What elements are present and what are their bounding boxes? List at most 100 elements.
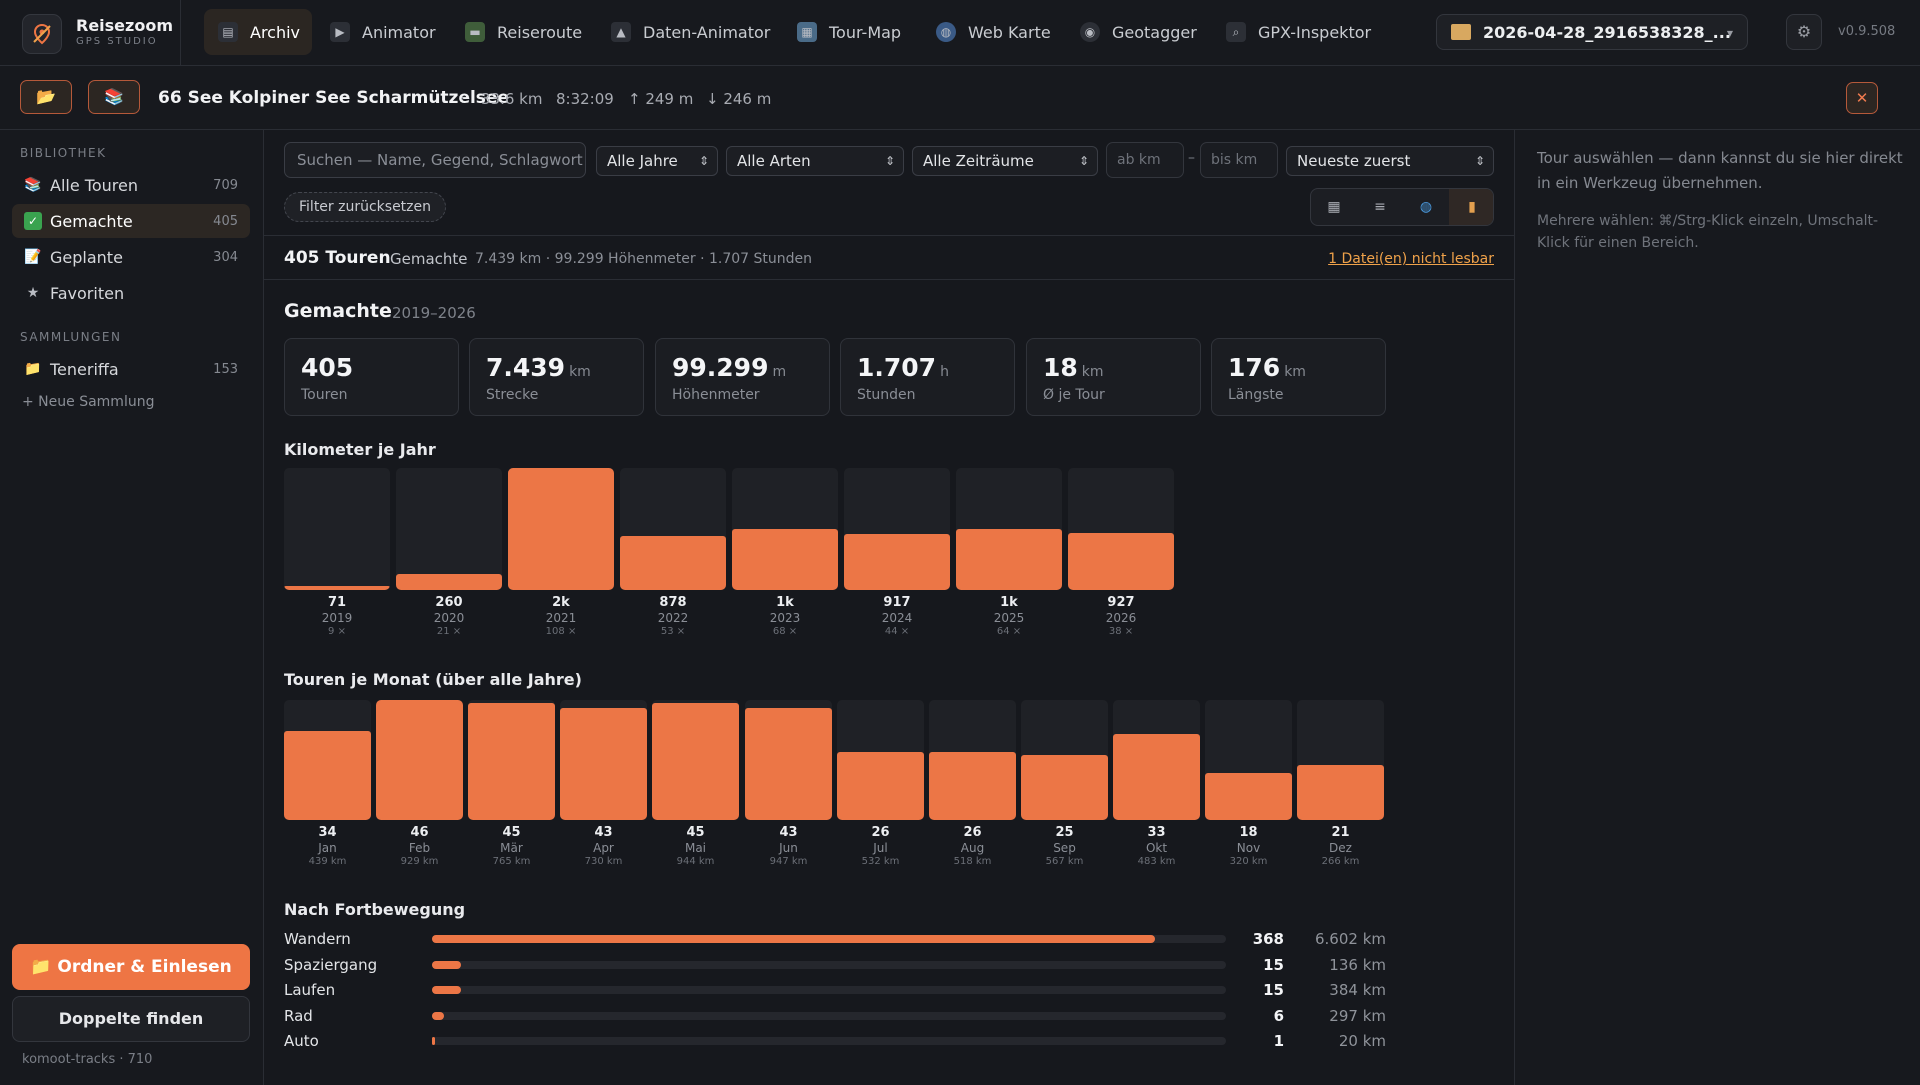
sidebar-item-geplante[interactable]: 📝 Geplante 304 bbox=[12, 240, 250, 274]
bar bbox=[745, 707, 832, 820]
divider bbox=[180, 0, 181, 66]
tour-toolbar: 📂 📚 66 See Kolpiner See Scharmützelsee ·… bbox=[0, 66, 1920, 130]
bar-column[interactable] bbox=[652, 700, 739, 820]
stat-unit: m bbox=[772, 364, 787, 380]
type-select[interactable]: Alle Arten ⇕ bbox=[726, 146, 904, 176]
reset-filters-button[interactable]: Filter zurücksetzen bbox=[284, 192, 447, 222]
bar-column[interactable] bbox=[468, 700, 555, 820]
stat-unit: km bbox=[569, 364, 591, 380]
globe-icon: ◍ bbox=[1419, 199, 1433, 215]
stats-view-button[interactable]: ▮ bbox=[1449, 189, 1493, 225]
sidebar-item-teneriffa[interactable]: 📁 Teneriffa 153 bbox=[12, 352, 250, 386]
bar-column[interactable] bbox=[284, 468, 390, 590]
year-select[interactable]: Alle Jahre ⇕ bbox=[596, 146, 718, 176]
bar-column[interactable] bbox=[1068, 468, 1174, 590]
month-label: Nov bbox=[1236, 841, 1261, 855]
settings-button[interactable]: ⚙ bbox=[1786, 14, 1822, 50]
bar-column[interactable] bbox=[1297, 700, 1384, 820]
bar bbox=[508, 468, 614, 590]
bar-column[interactable] bbox=[284, 700, 371, 820]
tour-count-label: 64 × bbox=[996, 626, 1022, 637]
month-km-label: 765 km bbox=[492, 856, 531, 867]
tour-distance: 33.6 km bbox=[481, 90, 543, 108]
magnifier-icon: ⌕ bbox=[1226, 22, 1246, 42]
tab-label: Archiv bbox=[250, 22, 301, 42]
bar-value-label: 917 bbox=[883, 595, 911, 610]
bar-column[interactable] bbox=[620, 468, 726, 590]
activity-track bbox=[432, 961, 1226, 969]
min-km-input[interactable]: ab km bbox=[1106, 142, 1184, 178]
stat-card-tours: 405 Touren bbox=[284, 338, 459, 416]
tab-reiseroute[interactable]: ▬ Reiseroute bbox=[451, 9, 594, 55]
max-km-input[interactable]: bis km bbox=[1200, 142, 1278, 178]
close-tour-button[interactable]: ✕ bbox=[1846, 82, 1878, 114]
library-button[interactable]: 📚 bbox=[88, 80, 140, 114]
file-selector[interactable]: 2026-04-28_2916538328_... ▼ bbox=[1436, 14, 1748, 50]
bar-column[interactable] bbox=[376, 700, 463, 820]
sidebar-item-favoriten[interactable]: ★ Favoriten bbox=[12, 276, 250, 310]
bar-value-label: 21 bbox=[1331, 825, 1350, 840]
find-duplicates-button[interactable]: Doppelte finden bbox=[12, 996, 250, 1042]
search-input[interactable]: Suchen — Name, Gegend, Schlagwort bbox=[284, 142, 586, 178]
camera-icon: ◉ bbox=[1080, 22, 1100, 42]
tab-tour-map[interactable]: ▦ Tour-Map bbox=[783, 9, 913, 55]
bar bbox=[376, 700, 463, 820]
new-collection-link[interactable]: + Neue Sammlung bbox=[22, 394, 154, 410]
sort-select-value: Neueste zuerst bbox=[1297, 152, 1411, 170]
tab-geotagger[interactable]: ◉ Geotagger bbox=[1066, 9, 1209, 55]
bar bbox=[560, 707, 647, 820]
tab-animator[interactable]: ▶ Animator bbox=[316, 9, 448, 55]
selected-tour-title: 66 See Kolpiner See Scharmützelsee bbox=[158, 88, 509, 108]
grid-view-button[interactable]: ▦ bbox=[1311, 189, 1357, 225]
month-km-label: 929 km bbox=[400, 856, 439, 867]
bar-column[interactable] bbox=[745, 700, 832, 820]
stat-label: Stunden bbox=[857, 387, 916, 403]
tours-per-month-title: Touren je Monat (über alle Jahre) bbox=[284, 670, 582, 689]
grid-icon: ▦ bbox=[1327, 199, 1341, 215]
type-select-value: Alle Arten bbox=[737, 152, 811, 170]
select-arrows-icon: ⇕ bbox=[884, 154, 895, 168]
bar-column[interactable] bbox=[1021, 700, 1108, 820]
list-view-button[interactable]: ≡ bbox=[1357, 189, 1403, 225]
bar-column[interactable] bbox=[844, 468, 950, 590]
sort-select[interactable]: Neueste zuerst ⇕ bbox=[1286, 146, 1494, 176]
period-select-value: Alle Zeiträume bbox=[923, 152, 1034, 170]
bar-column[interactable] bbox=[837, 700, 924, 820]
tab-archiv[interactable]: ▤ Archiv bbox=[204, 9, 313, 55]
month-km-label: 518 km bbox=[953, 856, 992, 867]
tab-label: Web Karte bbox=[968, 22, 1051, 42]
tab-label: Daten-Animator bbox=[643, 22, 771, 42]
tab-label: GPX-Inspektor bbox=[1258, 22, 1372, 42]
bar bbox=[1205, 773, 1292, 820]
stat-card-longest: 176 km Längste bbox=[1211, 338, 1386, 416]
stat-number: 99.299 bbox=[672, 353, 769, 382]
unreadable-files-link[interactable]: 1 Datei(en) nicht lesbar bbox=[1328, 251, 1494, 267]
bar-column[interactable] bbox=[1113, 700, 1200, 820]
bar bbox=[837, 752, 924, 820]
folder-import-button[interactable]: 📁 Ordner & Einlesen bbox=[12, 944, 250, 990]
bar-column[interactable] bbox=[929, 700, 1016, 820]
map-view-button[interactable]: ◍ bbox=[1403, 189, 1449, 225]
bar-column[interactable] bbox=[732, 468, 838, 590]
open-folder-button[interactable]: 📂 bbox=[20, 80, 72, 114]
bar-column[interactable] bbox=[1205, 700, 1292, 820]
bar-value-label: 260 bbox=[435, 595, 463, 610]
period-select[interactable]: Alle Zeiträume ⇕ bbox=[912, 146, 1098, 176]
brand[interactable]: Reisezoom GPS STUDIO bbox=[22, 14, 176, 54]
bar-value-label: 26 bbox=[963, 825, 982, 840]
bar-column[interactable] bbox=[508, 468, 614, 590]
stat-number: 405 bbox=[301, 353, 354, 382]
bar-column[interactable] bbox=[956, 468, 1062, 590]
tab-gpx-inspektor[interactable]: ⌕ GPX-Inspektor bbox=[1212, 9, 1383, 55]
bar-column[interactable] bbox=[560, 700, 647, 820]
sidebar-item-alle-touren[interactable]: 📚 Alle Touren 709 bbox=[12, 168, 250, 202]
tab-web-karte[interactable]: ◍ Web Karte bbox=[922, 9, 1063, 55]
bar-value-label: 45 bbox=[686, 825, 705, 840]
bar-column[interactable] bbox=[396, 468, 502, 590]
bar-value-label: 33 bbox=[1147, 825, 1166, 840]
month-label: Jan bbox=[318, 841, 337, 855]
bar bbox=[1113, 733, 1200, 820]
month-label: Sep bbox=[1053, 841, 1076, 855]
sidebar-item-gemachte[interactable]: ✓ Gemachte 405 bbox=[12, 204, 250, 238]
tab-daten-animator[interactable]: ▲ Daten-Animator bbox=[597, 9, 782, 55]
